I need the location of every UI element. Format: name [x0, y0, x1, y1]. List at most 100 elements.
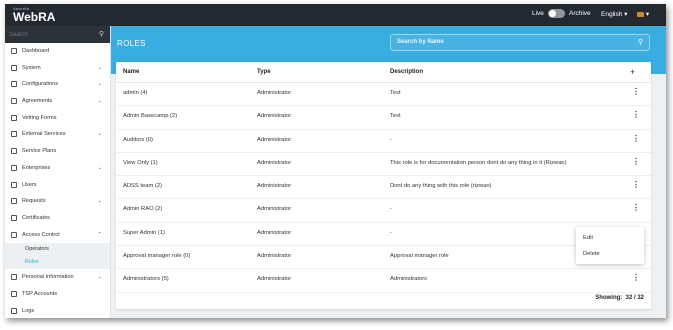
column-header-type[interactable]: Type — [257, 69, 271, 75]
sidebar-item-label: Users — [22, 181, 37, 188]
sidebar-item-system[interactable]: System ⌄ — [5, 60, 110, 77]
id-card-icon — [11, 274, 17, 281]
live-archive-toggle[interactable] — [548, 9, 565, 18]
sidebar-item-users[interactable]: Users — [5, 177, 110, 194]
table-footer: Showing: 32 / 32 — [116, 290, 651, 309]
row-actions-icon[interactable]: ⋮ — [632, 110, 640, 119]
sidebar-item-label: External Services — [22, 131, 66, 138]
sidebar-item-dashboard[interactable]: Dashboard — [5, 43, 110, 60]
table-row[interactable]: Auditors (0) Administrator - ⋮ — [116, 130, 651, 153]
table-row[interactable]: Admin RAO (2) Administrator - ⋮ — [116, 199, 651, 223]
agreement-icon — [11, 98, 17, 105]
sidebar-subitem-roles[interactable]: Roles — [5, 256, 110, 270]
sidebar-search-input[interactable] — [9, 29, 93, 40]
gear-icon — [11, 81, 17, 88]
system-icon — [11, 64, 17, 71]
sidebar-item-logs[interactable]: Logs — [5, 303, 110, 318]
services-icon — [11, 131, 17, 138]
table-row[interactable]: View Only (1) Administrator This role is… — [116, 153, 651, 177]
row-actions-icon[interactable]: ⋮ — [632, 157, 640, 166]
sidebar-item-service-plans[interactable]: Service Plans — [5, 143, 110, 160]
row-actions-icon[interactable]: ⋮ — [632, 134, 640, 143]
sidebar-item-agreements[interactable]: Agreements ⌄ — [5, 93, 110, 110]
row-actions-icon[interactable]: ⋮ — [632, 203, 640, 212]
table-row[interactable]: admin (4) Administrator Test ⋮ — [116, 83, 651, 107]
cell-type: Administrator — [257, 229, 292, 236]
sidebar-item-label: Enterprises — [22, 164, 51, 171]
sidebar-item-label: Vetting Forms — [22, 114, 57, 121]
chevron-up-icon: ⌃ — [97, 231, 102, 238]
sidebar-search: ⚲ — [5, 26, 110, 43]
sidebar-item-certificates[interactable]: Certificates — [5, 210, 110, 227]
logo[interactable]: Ascertia WebRA — [13, 6, 55, 24]
sidebar-item-label: Dashboard — [22, 48, 50, 54]
row-actions-icon[interactable]: ⋮ — [632, 180, 640, 189]
sidebar-item-label: System — [22, 64, 41, 71]
search-icon[interactable]: ⚲ — [99, 30, 104, 38]
enterprise-icon — [11, 164, 17, 171]
flag-icon — [637, 11, 644, 17]
cell-type: Administrator — [257, 183, 292, 190]
roles-table-card: Name Type Description + admin (4) Admini… — [116, 62, 651, 309]
language-selector[interactable]: English ▾ — [601, 10, 627, 18]
sidebar-item-access-control[interactable]: Access Control ⌃ — [5, 227, 110, 244]
log-icon — [11, 307, 17, 314]
sidebar: ⚲ Dashboard System ⌄ Configurations ⌄ Agre… — [5, 26, 111, 318]
sidebar-item-requests[interactable]: Requests ⌄ — [5, 193, 110, 210]
sidebar-item-vetting-forms[interactable]: Vetting Forms — [5, 110, 110, 127]
table-row[interactable]: Admin Basecamp (2) Administrator Test ⋮ — [116, 106, 651, 130]
table-row[interactable]: Super Admin (1) Administrator - — [116, 223, 651, 247]
row-actions-icon[interactable]: ⋮ — [632, 273, 640, 282]
cell-type: Administrator — [257, 276, 292, 283]
sidebar-item-personal-information[interactable]: Personal Information ⌄ — [5, 269, 110, 286]
row-actions-icon[interactable]: ⋮ — [632, 87, 640, 96]
chevron-down-icon: ⌄ — [97, 131, 102, 138]
cell-name: Approval manager role (0) — [123, 253, 191, 260]
certificate-icon — [11, 214, 17, 221]
archive-label: Archive — [569, 10, 591, 17]
cell-name: Auditors (0) — [123, 136, 153, 143]
user-menu-caret: ▾ — [645, 11, 650, 18]
roles-search-box[interactable]: Search by Name ⚲ — [390, 34, 650, 51]
cell-type: Administrator — [257, 206, 292, 213]
cell-description: Administrators — [390, 276, 428, 283]
cell-description: Test — [390, 90, 401, 96]
plan-icon — [11, 148, 17, 155]
delete-menu-item[interactable]: Delete — [583, 251, 600, 257]
cell-type: Administrator — [257, 90, 292, 96]
showing-value: 32 / 32 — [625, 295, 644, 301]
sidebar-item-enterprises[interactable]: Enterprises ⌄ — [5, 160, 110, 177]
user-menu[interactable]: ▾ — [637, 10, 649, 18]
cell-name: ADSS team (2) — [123, 183, 162, 190]
cell-type: Administrator — [257, 113, 292, 120]
add-role-button[interactable]: + — [630, 67, 635, 77]
sidebar-subitem-operators[interactable]: Operators — [5, 243, 110, 257]
toggle-knob — [549, 10, 556, 17]
chevron-down-icon: ⌄ — [97, 274, 102, 281]
table-body: admin (4) Administrator Test ⋮ Admin Bas… — [116, 83, 651, 293]
top-bar: Ascertia WebRA Live Archive English ▾ ▾ — [5, 4, 666, 26]
showing-label: Showing: — [595, 295, 623, 301]
sidebar-item-label: Certificates — [22, 214, 50, 221]
sidebar-item-label: Requests — [22, 198, 46, 205]
edit-menu-item[interactable]: Edit — [583, 235, 593, 241]
table-row[interactable]: ADSS team (2) Administrator Dont do any … — [116, 176, 651, 200]
chevron-down-icon: ⌄ — [97, 98, 102, 105]
dashboard-icon — [11, 48, 17, 54]
table-row[interactable]: Approval manager role (0) Administrator … — [116, 246, 651, 270]
sidebar-item-external-services[interactable]: External Services ⌄ — [5, 126, 110, 143]
chevron-down-icon: ⌄ — [97, 81, 102, 88]
table-header: Name Type Description + — [116, 62, 651, 83]
sidebar-item-configurations[interactable]: Configurations ⌄ — [5, 76, 110, 93]
column-header-name[interactable]: Name — [123, 69, 139, 75]
cell-name: Admin RAO (2) — [123, 206, 163, 213]
column-header-description[interactable]: Description — [390, 69, 423, 75]
sidebar-item-label: Access Control — [22, 231, 60, 238]
search-icon[interactable]: ⚲ — [638, 38, 643, 46]
cell-description: - — [390, 206, 392, 213]
sidebar-item-tsp-accounts[interactable]: TSP Accounts — [5, 286, 110, 303]
sidebar-item-label: Service Plans — [22, 148, 57, 155]
request-icon — [11, 198, 17, 205]
chevron-down-icon: ⌄ — [97, 164, 102, 171]
sidebar-item-label: Agreements — [22, 98, 53, 105]
